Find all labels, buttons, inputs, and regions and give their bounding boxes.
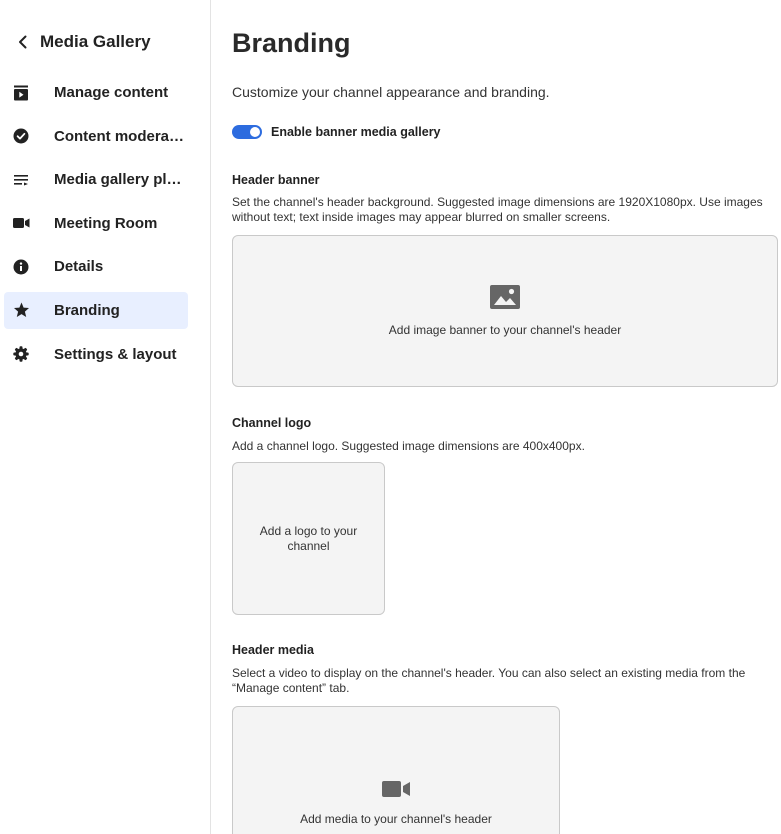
- header-media-drop-label: Add media to your channel's header: [300, 812, 492, 826]
- sidebar-item-label: Settings & layout: [54, 345, 177, 363]
- channel-logo-drop-label: Add a logo to your channel: [259, 523, 358, 553]
- info-icon: [12, 258, 30, 276]
- sidebar-item-label: Content moderation: [54, 127, 188, 145]
- sidebar-item-manage-content[interactable]: Manage content: [4, 74, 188, 111]
- video-camera-icon: [12, 214, 30, 232]
- toggle-knob: [250, 127, 260, 137]
- image-icon: [489, 284, 521, 315]
- header-banner-title: Header banner: [232, 173, 320, 187]
- sidebar: Media Gallery Manage content Content mod…: [0, 0, 211, 834]
- chevron-left-icon: [14, 33, 32, 51]
- sidebar-item-label: Meeting Room: [54, 214, 158, 232]
- toggle-label: Enable banner media gallery: [271, 125, 441, 139]
- sidebar-item-label: Details: [54, 258, 104, 276]
- page-subtitle: Customize your channel appearance and br…: [232, 84, 550, 100]
- sidebar-item-label: Media gallery playlists: [54, 171, 188, 189]
- back-to-media-gallery[interactable]: Media Gallery: [14, 30, 151, 54]
- video-camera-icon: [381, 779, 411, 804]
- star-icon: [12, 301, 30, 319]
- sidebar-title: Media Gallery: [40, 32, 151, 51]
- header-banner-dropzone[interactable]: Add image banner to your channel's heade…: [232, 235, 778, 387]
- sidebar-item-media-gallery-playlists[interactable]: Media gallery playlists: [4, 161, 188, 198]
- sidebar-item-branding[interactable]: Branding: [4, 291, 188, 329]
- header-banner-drop-label: Add image banner to your channel's heade…: [388, 323, 622, 337]
- sidebar-item-details[interactable]: Details: [4, 248, 188, 285]
- header-media-dropzone[interactable]: Add media to your channel's header: [232, 706, 560, 834]
- channel-logo-description: Add a channel logo. Suggested image dime…: [232, 439, 585, 453]
- sidebar-item-label: Manage content: [54, 84, 169, 101]
- gear-icon: [12, 345, 30, 363]
- header-media-description: Select a video to display on the channel…: [232, 666, 746, 695]
- sidebar-item-meeting-room[interactable]: Meeting Room: [4, 205, 188, 242]
- sidebar-item-settings-layout[interactable]: Settings & layout: [4, 336, 188, 373]
- play-box-icon: [12, 84, 30, 102]
- channel-logo-title: Channel logo: [232, 416, 312, 430]
- sidebar-item-content-moderation[interactable]: Content moderation: [4, 118, 188, 155]
- sidebar-nav: Manage content Content moderation Media …: [4, 74, 188, 379]
- check-circle-icon: [12, 127, 30, 145]
- header-banner-description: Set the channel's header background. Sug…: [232, 195, 763, 224]
- enable-banner-gallery-toggle[interactable]: [232, 125, 262, 139]
- page-title: Branding: [232, 28, 351, 58]
- banner-gallery-toggle-row: Enable banner media gallery: [232, 125, 441, 139]
- header-media-title: Header media: [232, 643, 314, 657]
- playlist-icon: [12, 171, 30, 189]
- sidebar-item-label: Branding: [54, 301, 120, 319]
- channel-logo-dropzone[interactable]: Add a logo to your channel: [232, 462, 385, 615]
